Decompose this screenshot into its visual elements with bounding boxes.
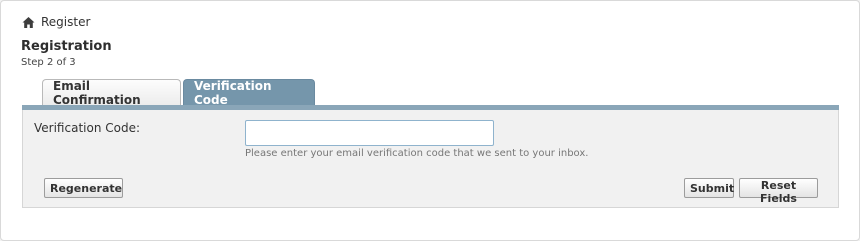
verification-code-input[interactable] [245, 120, 494, 146]
verification-panel: Verification Code: Please enter your ema… [22, 110, 839, 208]
breadcrumb-register-link[interactable]: Register [41, 15, 90, 29]
home-icon[interactable] [22, 16, 35, 29]
tab-email-confirmation[interactable]: Email Confirmation [42, 79, 181, 107]
tab-verification-code[interactable]: Verification Code [183, 79, 315, 107]
page-title: Registration [21, 39, 112, 54]
verification-code-help: Please enter your email verification cod… [245, 148, 589, 159]
submit-button[interactable]: Submit [684, 178, 734, 198]
tab-bar: Email Confirmation Verification Code [42, 79, 315, 107]
regenerate-button[interactable]: Regenerate [44, 178, 123, 198]
verification-code-label: Verification Code: [34, 121, 141, 135]
step-indicator: Step 2 of 3 [21, 57, 76, 68]
breadcrumb: Register [22, 14, 90, 30]
reset-fields-button[interactable]: Reset Fields [739, 178, 818, 205]
registration-window: Register Registration Step 2 of 3 Email … [0, 0, 860, 241]
